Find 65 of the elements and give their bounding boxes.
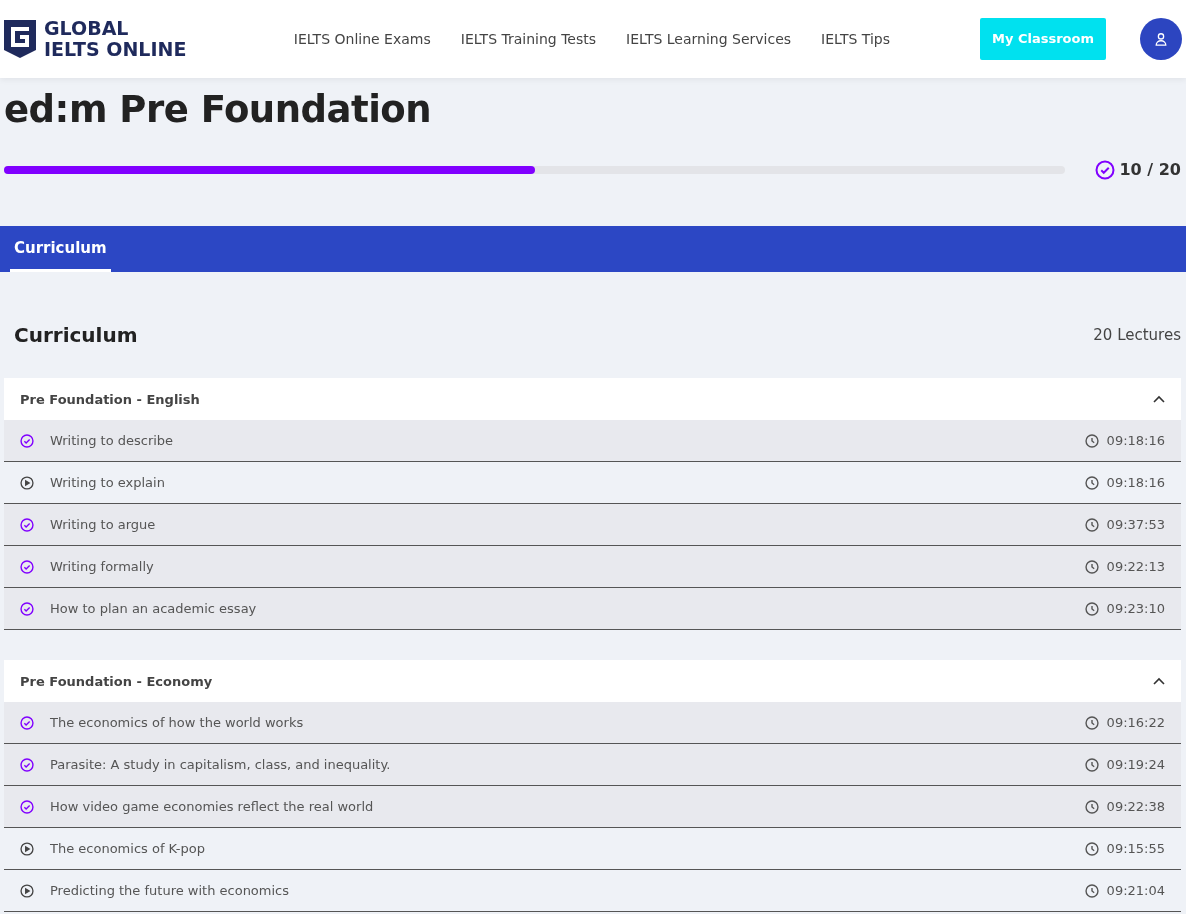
- logo-text: GLOBAL IELTS ONLINE: [44, 18, 187, 60]
- check-circle-icon: [20, 517, 34, 532]
- check-circle-icon: [20, 433, 34, 448]
- lecture-duration: 09:18:16: [1106, 432, 1165, 451]
- nav-link[interactable]: IELTS Online Exams: [293, 28, 431, 50]
- section-heading: Curriculum: [14, 322, 138, 350]
- section-header[interactable]: Pre Foundation - Economy: [4, 660, 1181, 703]
- play-circle-icon: [20, 883, 34, 898]
- nav-link[interactable]: IELTS Tips: [821, 28, 890, 50]
- lecture-row[interactable]: Writing to describe 09:18:16: [4, 420, 1181, 463]
- lecture-duration: 09:23:10: [1106, 600, 1165, 619]
- progress-count: 10 / 20: [1119, 159, 1181, 182]
- section-title: Pre Foundation - Economy: [20, 672, 213, 691]
- section-header[interactable]: Pre Foundation - English: [4, 378, 1181, 421]
- clock-icon: [1084, 757, 1099, 772]
- check-circle-icon: [20, 601, 34, 616]
- clock-icon: [1084, 559, 1099, 574]
- lecture-count: 20 Lectures: [1093, 325, 1181, 347]
- nav-link[interactable]: IELTS Training Tests: [460, 28, 597, 50]
- lecture-title: Writing to argue: [50, 516, 157, 535]
- lecture-title: Predicting the future with economics: [50, 882, 291, 901]
- lecture-duration: 09:15:55: [1106, 840, 1165, 859]
- section-title: Pre Foundation - English: [20, 390, 200, 409]
- lecture-duration: 09:16:22: [1106, 714, 1165, 733]
- clock-icon: [1084, 517, 1099, 532]
- clock-icon: [1084, 715, 1099, 730]
- check-circle-icon: [1095, 160, 1116, 181]
- lecture-title: How to plan an academic essay: [50, 600, 258, 619]
- lecture-title: The economics of K-pop: [50, 840, 206, 859]
- check-circle-icon: [20, 715, 34, 730]
- lecture-title: Writing to explain: [50, 474, 166, 493]
- lecture-title: How video game economies reflect the real world: [50, 798, 375, 817]
- clock-icon: [1084, 841, 1099, 856]
- play-circle-icon: [20, 841, 34, 856]
- clock-icon: [1084, 475, 1099, 490]
- check-circle-icon: [20, 757, 34, 772]
- clock-icon: [1084, 799, 1099, 814]
- lecture-row[interactable]: Parasite: A study in capitalism, class, and inequality. 09:19:24: [4, 744, 1181, 787]
- logo-shield-icon: [4, 20, 36, 58]
- nav-link[interactable]: IELTS Learning Services: [626, 28, 792, 50]
- play-circle-icon: [20, 475, 34, 490]
- lecture-title: Writing formally: [50, 558, 155, 577]
- lecture-duration: 09:22:13: [1106, 558, 1165, 577]
- check-circle-icon: [20, 799, 34, 814]
- course-title: ed:m Pre Foundation: [3, 87, 433, 133]
- tab[interactable]: Curriculum: [10, 226, 111, 273]
- lecture-title: Parasite: A study in capitalism, class, and inequality.: [50, 756, 392, 775]
- lecture-row[interactable]: Writing formally 09:22:13: [4, 546, 1181, 589]
- clock-icon: [1084, 433, 1099, 448]
- avatar-button[interactable]: [1140, 18, 1182, 60]
- lecture-row[interactable]: How to plan an academic essay 09:23:10: [4, 588, 1181, 631]
- lecture-duration: 09:19:24: [1106, 756, 1165, 775]
- clock-icon: [1084, 601, 1099, 616]
- lecture-duration: 09:21:04: [1106, 882, 1165, 901]
- lecture-row[interactable]: How video game economies reflect the real world 09:22:38: [4, 786, 1181, 829]
- lecture-duration: 09:37:53: [1106, 516, 1165, 535]
- lecture-duration: 09:18:16: [1106, 474, 1165, 493]
- lecture-title: The economics of how the world works: [50, 714, 305, 733]
- check-circle-icon: [20, 559, 34, 574]
- lecture-title: Writing to describe: [50, 432, 175, 451]
- lecture-row[interactable]: Writing to argue 09:37:53: [4, 504, 1181, 547]
- user-icon: [1154, 32, 1168, 46]
- lecture-duration: 09:22:38: [1106, 798, 1165, 817]
- clock-icon: [1084, 883, 1099, 898]
- lecture-row[interactable]: The economics of how the world works 09:16:22: [4, 702, 1181, 745]
